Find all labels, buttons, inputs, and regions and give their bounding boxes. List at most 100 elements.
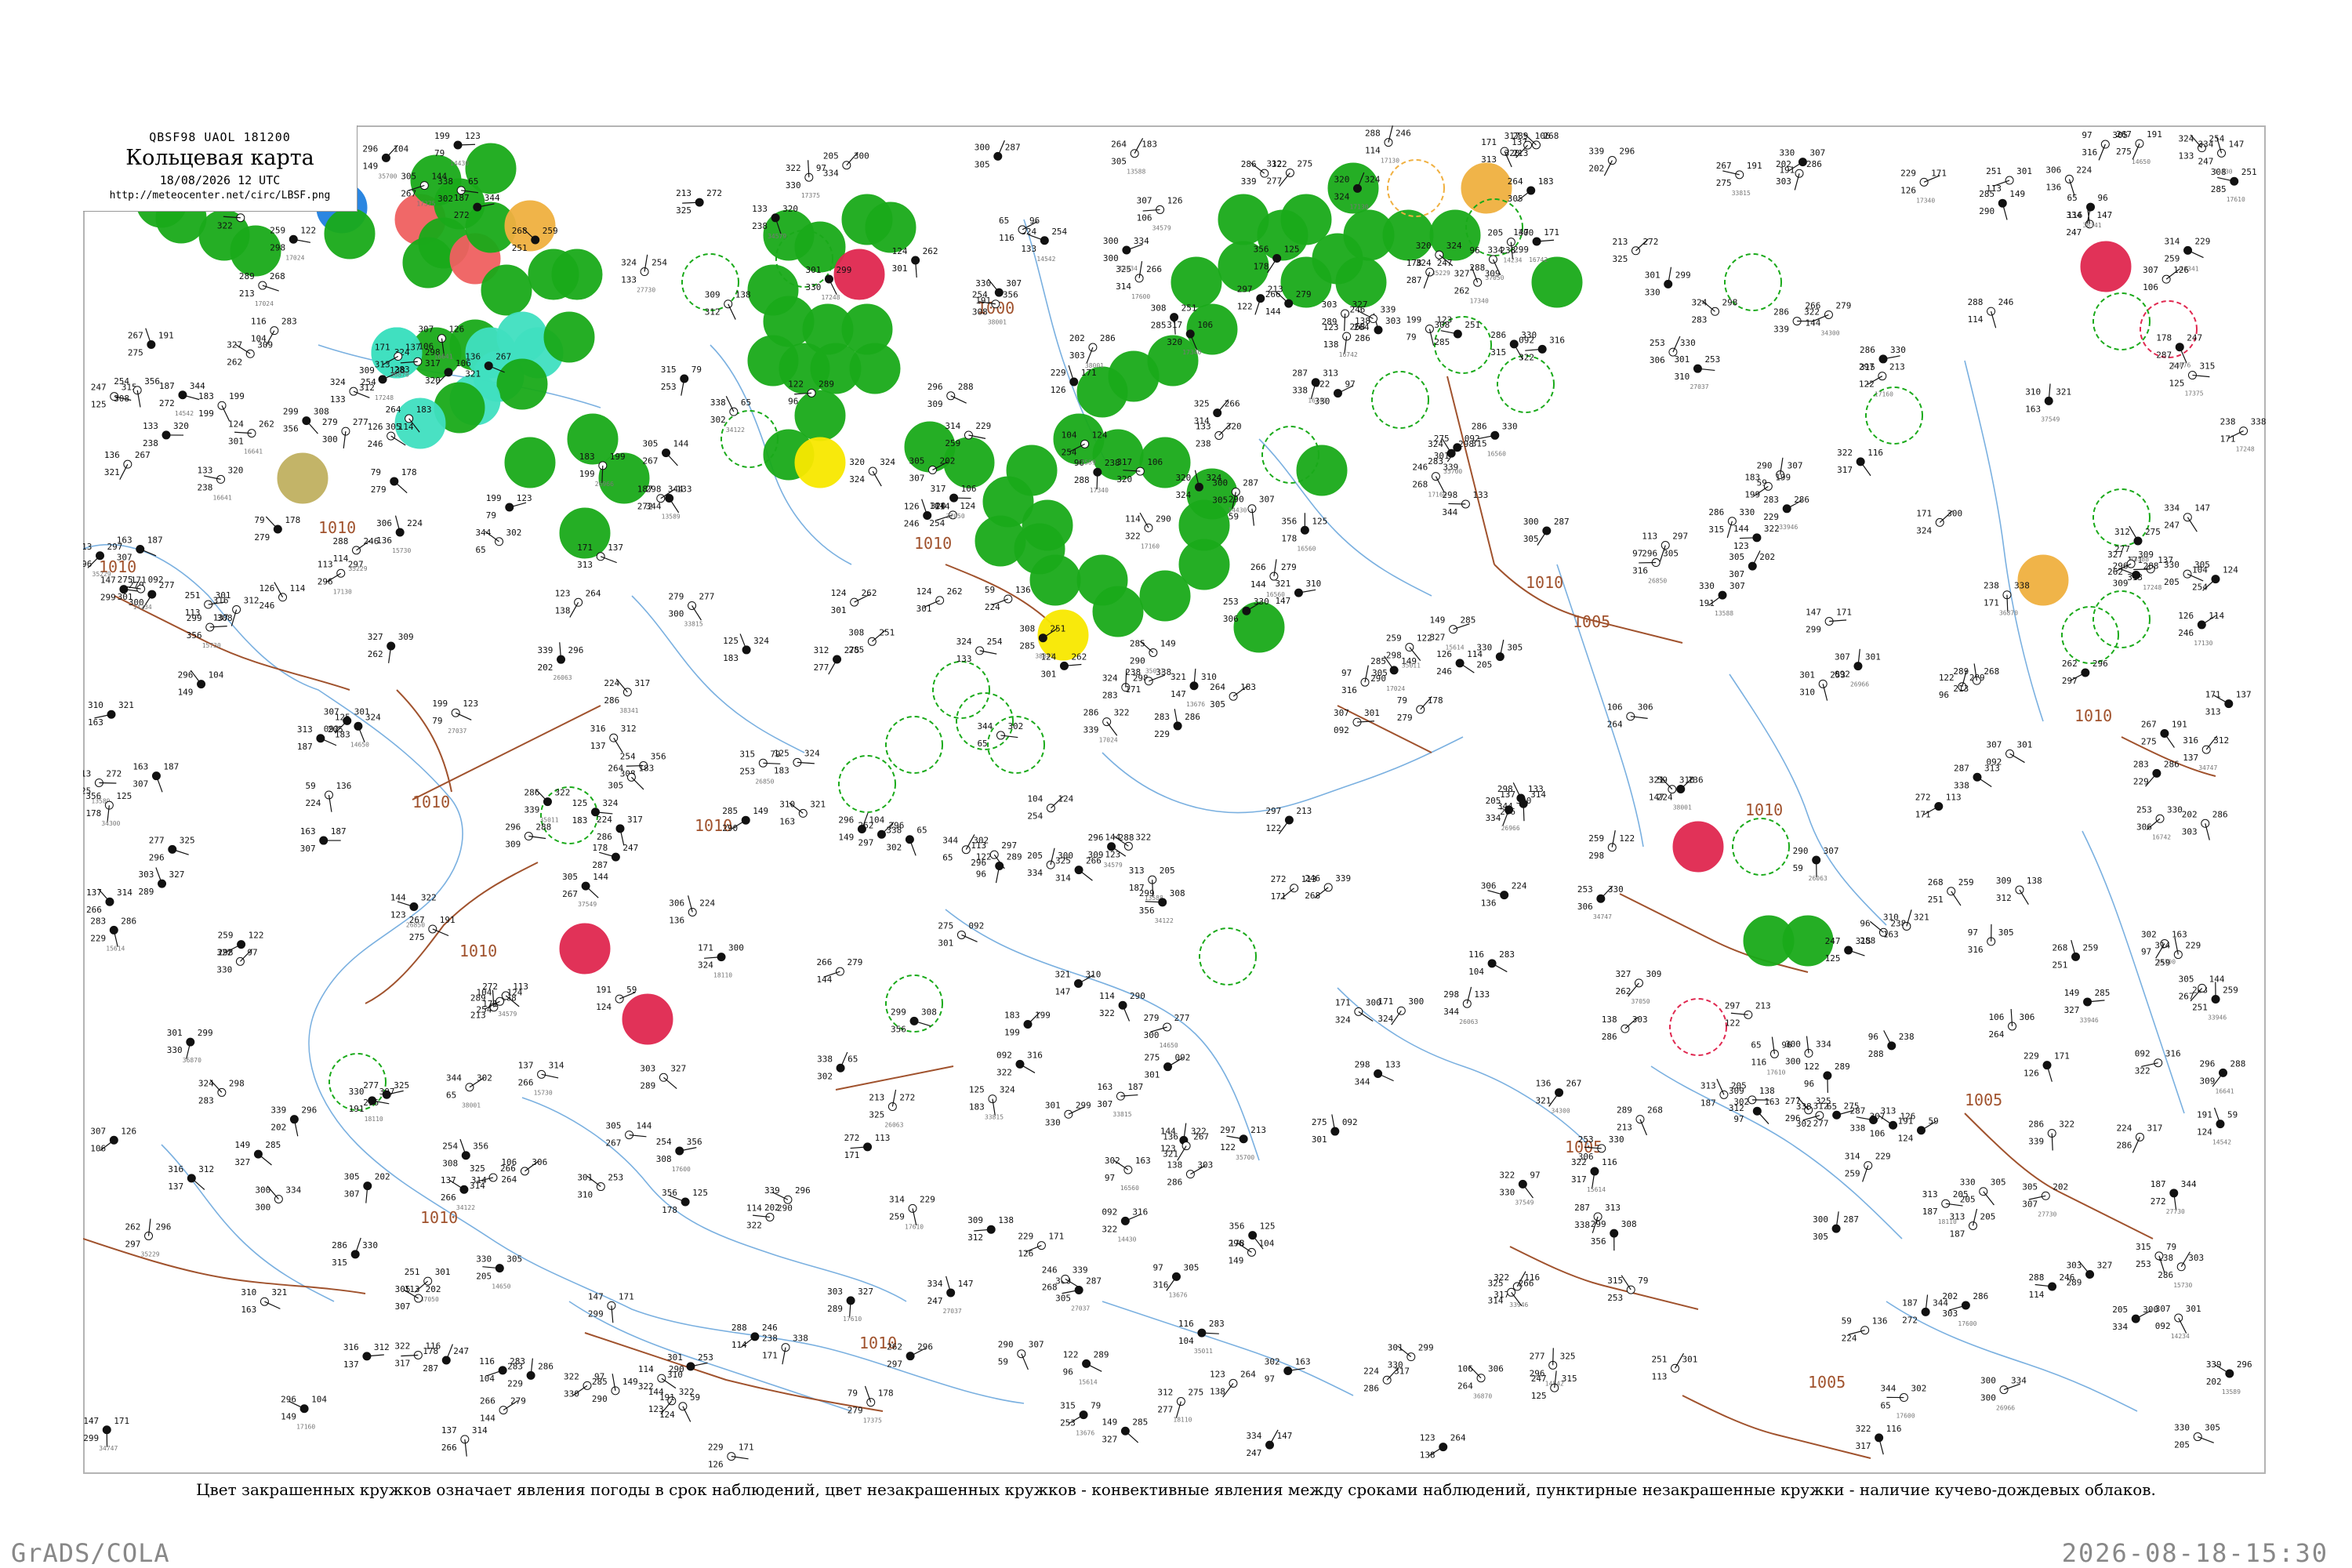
station-id: 16742 bbox=[2152, 833, 2171, 840]
station-reading: 144 bbox=[1105, 832, 1120, 842]
station-reading: 322 bbox=[1114, 708, 1130, 718]
station-reading: 266 bbox=[816, 957, 832, 967]
station-id: 14542 bbox=[2212, 1139, 2231, 1146]
station-reading: 324 bbox=[1175, 490, 1191, 500]
station-reading: 290 bbox=[1156, 514, 1171, 524]
station-reading: 116 bbox=[1178, 1319, 1194, 1329]
station-reading: 199 bbox=[579, 469, 595, 479]
station-plot: 286 330315 bbox=[332, 1237, 378, 1268]
station-reading: 296 bbox=[795, 1185, 811, 1196]
station-reading: 300 bbox=[255, 1185, 270, 1195]
station-reading: 229 bbox=[2185, 941, 2201, 951]
station-id: 17248 bbox=[2143, 584, 2161, 591]
station-reading: 320 bbox=[1416, 241, 1432, 251]
station-reading: 205 bbox=[1027, 851, 1043, 861]
station-reading: 287 bbox=[592, 860, 608, 870]
station-reading: 334 bbox=[1816, 1039, 1831, 1049]
station-id: 27037 bbox=[943, 1308, 962, 1315]
station-reading: 299 bbox=[836, 265, 851, 275]
station-id: 15730 bbox=[202, 642, 221, 649]
station-reading: 308 bbox=[921, 1007, 937, 1017]
station-reading: 138 bbox=[1759, 1086, 1775, 1096]
station-reading: 149 bbox=[234, 1140, 250, 1150]
station-reading: 092 bbox=[324, 724, 339, 734]
station-reading: 290 bbox=[669, 1364, 684, 1374]
station-reading: 114 bbox=[638, 1364, 654, 1374]
station-reading: 301 bbox=[2016, 166, 2032, 176]
station-id: 17160 bbox=[1141, 543, 1160, 550]
station-reading: 213 bbox=[83, 768, 91, 779]
station-plot: 286 322339 bbox=[2028, 1119, 2074, 1151]
station-reading: 97 bbox=[1530, 1170, 1540, 1180]
station-plot: 302 1639716560 bbox=[1105, 1156, 1151, 1192]
station-reading: 301 bbox=[805, 265, 821, 275]
station-reading: 327 bbox=[2097, 1260, 2113, 1270]
station-plot: 229 171126 bbox=[708, 1443, 754, 1470]
station-reading: 126 bbox=[368, 422, 383, 432]
station-reading: 116 bbox=[999, 233, 1014, 243]
wind-barb-icon bbox=[1983, 1191, 1994, 1206]
station-plot: 301 299330 bbox=[1045, 1100, 1091, 1127]
station-reading: 322 bbox=[1837, 448, 1853, 458]
station-plot: 314 22925917610 bbox=[889, 1194, 935, 1230]
station-reading: 314 bbox=[889, 1194, 905, 1204]
station-id: 33815 bbox=[1112, 1111, 1131, 1118]
station-reading: 322 bbox=[217, 221, 233, 231]
station-reading: 301 bbox=[167, 1028, 183, 1038]
station-reading: 314 bbox=[1194, 416, 1210, 426]
station-plot: 205 300334 bbox=[823, 151, 869, 179]
station-reading: 305 bbox=[1212, 495, 1228, 505]
station-plot: 307 12610634579 bbox=[1137, 195, 1183, 231]
station-reading: 272 bbox=[706, 188, 722, 198]
station-reading: 306 bbox=[1577, 902, 1593, 912]
station-plot: 300 33430014234 bbox=[1103, 236, 1149, 272]
station-reading: 312 bbox=[2213, 735, 2229, 746]
station-reading: 123 bbox=[1105, 849, 1120, 859]
station-reading: 259 bbox=[218, 931, 234, 941]
station-plot: 253 33030634747 bbox=[1577, 884, 1624, 920]
station-reading: 123 bbox=[1436, 314, 1452, 325]
station-reading: 307 bbox=[395, 1301, 411, 1312]
wind-barb-icon bbox=[221, 405, 230, 422]
station-plot: 116 28310435011 bbox=[1178, 1319, 1225, 1355]
station-plot: 356 125178 bbox=[662, 1188, 708, 1215]
station-reading: 264 bbox=[1508, 176, 1523, 187]
station-reading: 106 bbox=[1197, 320, 1213, 330]
station-plot: 322 116317 bbox=[1837, 448, 1883, 477]
station-reading: 330 bbox=[476, 1254, 492, 1265]
station-reading: 297 bbox=[887, 1359, 902, 1370]
station-reading: 229 bbox=[2024, 1051, 2039, 1062]
station-plot: 286 32233935011 bbox=[524, 788, 570, 824]
station-reading: 259 bbox=[2154, 958, 2170, 968]
station-reading: 288 bbox=[731, 1323, 747, 1333]
station-id: 38001 bbox=[462, 1102, 481, 1109]
station-reading: 253 bbox=[1060, 1418, 1076, 1428]
station-reading: 300 bbox=[854, 151, 869, 162]
station-reading: 65 bbox=[942, 853, 953, 863]
station-cloud-cover-icon bbox=[1046, 860, 1055, 869]
station-id: 15614 bbox=[106, 945, 125, 952]
station-reading: 290 bbox=[592, 1394, 608, 1404]
station-reading: 213 bbox=[1755, 1000, 1771, 1011]
station-plot: 79 17827917375 bbox=[848, 1385, 894, 1425]
station-reading: 303 bbox=[1776, 176, 1791, 187]
station-cloud-cover-icon bbox=[1260, 169, 1269, 178]
station-reading: 113 bbox=[1642, 532, 1657, 542]
station-reading: 251 bbox=[1652, 1354, 1668, 1364]
station-reading: 356 bbox=[1591, 1236, 1606, 1247]
station-reading: 171 bbox=[1915, 810, 1931, 820]
station-plot: 307 30109226966 bbox=[1835, 648, 1881, 688]
station-reading: 171 bbox=[844, 1150, 860, 1160]
source-url[interactable]: http://meteocenter.net/circ/LBSF.png bbox=[83, 190, 357, 201]
station-reading: 65 bbox=[1751, 1040, 1761, 1050]
station-reading: 259 bbox=[1845, 1169, 1860, 1179]
station-id: 14650 bbox=[1160, 1042, 1178, 1049]
station-plot: 316 312137 bbox=[343, 1342, 390, 1370]
station-reading: 308 bbox=[1019, 624, 1035, 634]
station-id: 14650 bbox=[492, 1283, 510, 1290]
station-id: 17610 bbox=[843, 1316, 862, 1323]
station-reading: 302 bbox=[973, 836, 989, 846]
station-plot: 356 12517816560 bbox=[1281, 513, 1327, 552]
station-reading: 300 bbox=[669, 608, 684, 619]
station-reading: 339 bbox=[1241, 176, 1257, 187]
